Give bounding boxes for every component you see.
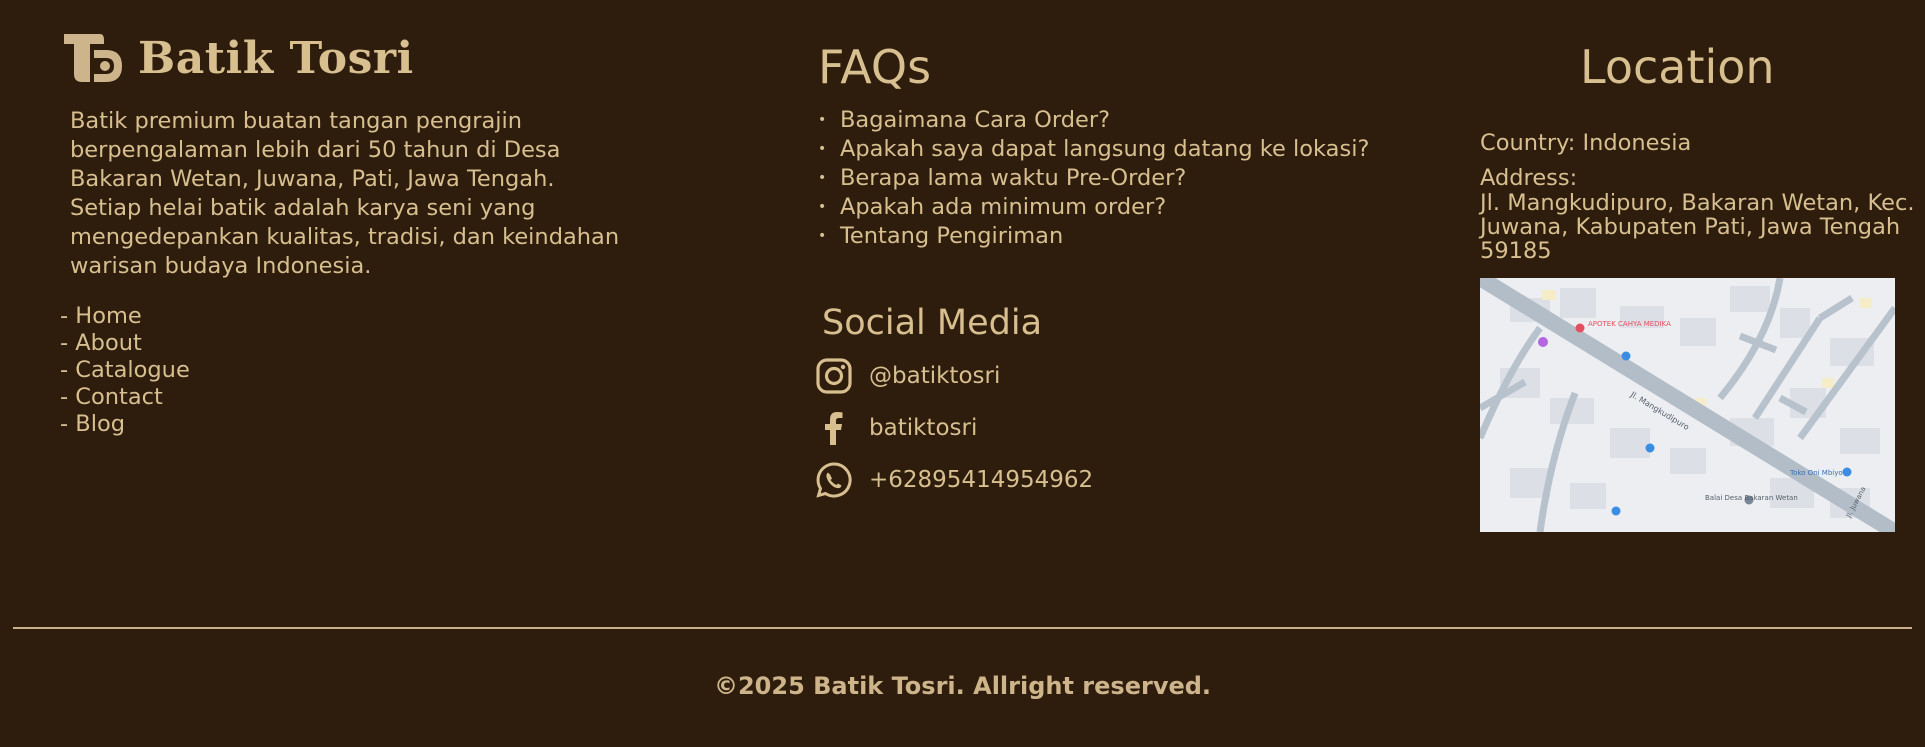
instagram-link[interactable]: @batiktosri (815, 357, 1235, 395)
faq-item-label: Apakah saya dapat langsung datang ke lok… (840, 136, 1370, 162)
instagram-handle: @batiktosri (869, 363, 1001, 389)
bullet: • (818, 228, 827, 244)
location-title: Location (1580, 40, 1775, 94)
map-graphic: APOTEK CAHYA MEDIKA Jl. Mangkudipuro Bal… (1480, 278, 1895, 532)
instagram-icon (816, 358, 852, 394)
footer-nav: - Home - About - Catalogue - Contact - B… (60, 303, 190, 438)
faq-item[interactable]: • Bagaimana Cara Order? (818, 106, 1369, 135)
map-label: APOTEK CAHYA MEDIKA (1588, 320, 1671, 328)
faq-item-label: Tentang Pengiriman (840, 223, 1064, 249)
faq-item[interactable]: • Tentang Pengiriman (818, 222, 1369, 251)
bullet: • (818, 199, 827, 215)
batik-tosri-logo-icon (64, 34, 122, 82)
facebook-icon (825, 412, 843, 445)
faq-item-label: Berapa lama waktu Pre-Order? (840, 165, 1187, 191)
faq-item[interactable]: • Apakah ada minimum order? (818, 193, 1369, 222)
address-label: Address: (1480, 165, 1578, 191)
whatsapp-link[interactable]: +62895414954962 (815, 461, 1235, 499)
faq-item-label: Apakah ada minimum order? (840, 194, 1167, 220)
nav-link-about[interactable]: - About (60, 330, 190, 357)
copyright-text: ©2025 Batik Tosri. Allright reserved. (713, 672, 1212, 700)
bullet: • (818, 112, 827, 128)
map-label: Toko Oni Mbiyo (1789, 469, 1843, 477)
whatsapp-number: +62895414954962 (869, 467, 1094, 493)
nav-link-blog[interactable]: - Blog (60, 411, 190, 438)
bullet: • (818, 141, 827, 157)
faq-item[interactable]: • Apakah saya dapat langsung datang ke lo… (818, 135, 1369, 164)
brand-logo[interactable]: Batik Tosri (60, 30, 414, 86)
footer-divider (13, 627, 1912, 629)
map-embed[interactable]: APOTEK CAHYA MEDIKA Jl. Mangkudipuro Bal… (1480, 278, 1895, 532)
faq-item[interactable]: • Berapa lama waktu Pre-Order? (818, 164, 1369, 193)
nav-link-home[interactable]: - Home (60, 303, 190, 330)
map-label: Balai Desa Bakaran Wetan (1705, 494, 1798, 502)
nav-link-contact[interactable]: - Contact (60, 384, 190, 411)
about-text: Batik premium buatan tangan pengrajin be… (70, 108, 620, 279)
facebook-handle: batiktosri (869, 415, 978, 441)
faq-list: • Bagaimana Cara Order? • Apakah saya dapa… (818, 106, 1369, 251)
bullet: • (818, 170, 827, 186)
facebook-link[interactable]: batiktosri (815, 409, 1235, 447)
address-text: Jl. Mangkudipuro, Bakaran Wetan, Kec. Ju… (1480, 190, 1915, 264)
whatsapp-icon (816, 462, 852, 498)
faq-item-label: Bagaimana Cara Order? (840, 107, 1111, 133)
social-media-title: Social Media (822, 303, 1043, 343)
nav-link-catalogue[interactable]: - Catalogue (60, 357, 190, 384)
country-text: Country: Indonesia (1480, 130, 1692, 156)
brand-name: Batik Tosri (138, 32, 414, 84)
faq-title: FAQs (818, 40, 932, 94)
